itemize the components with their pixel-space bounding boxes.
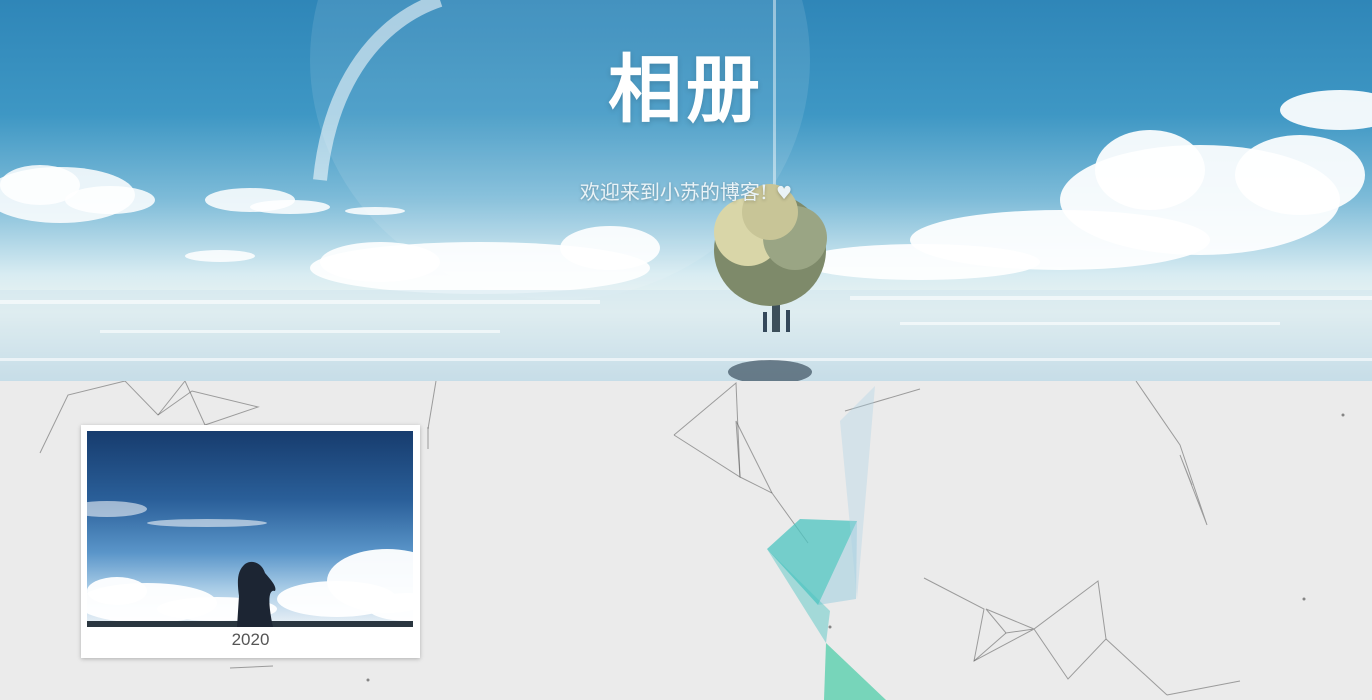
page-subtitle: 欢迎来到小苏的博客! ♥ (0, 176, 1372, 205)
subtitle-text: 欢迎来到小苏的博客! (579, 180, 768, 204)
album-cover-image[interactable] (87, 431, 413, 627)
page-title: 相册 (608, 47, 764, 133)
album-caption[interactable]: 2020 (81, 630, 420, 650)
album-card-2020[interactable]: 2020 (81, 425, 420, 658)
album-cover-artwork (87, 501, 413, 627)
heart-icon: ♥ (775, 183, 793, 204)
header-banner: 相册 欢迎来到小苏的博客! ♥ (0, 0, 1372, 381)
